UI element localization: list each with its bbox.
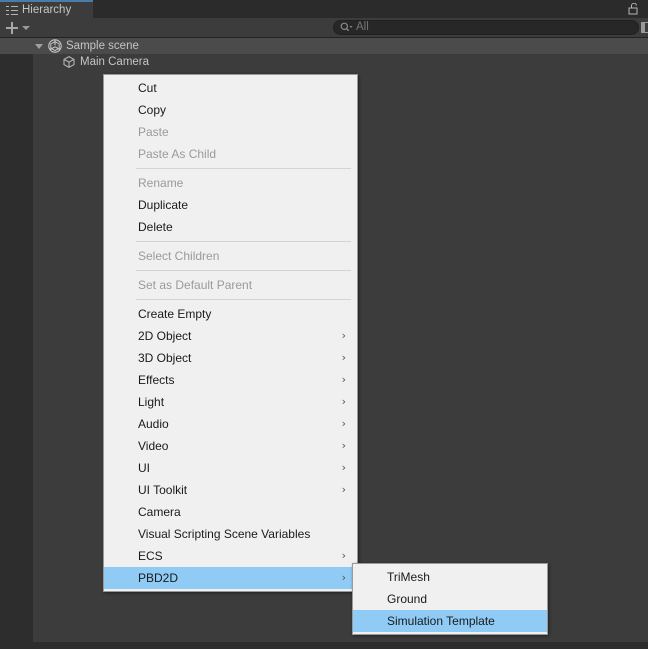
- menu-item-label: Copy: [138, 103, 167, 117]
- hierarchy-list-icon: [6, 5, 18, 16]
- chevron-right-icon: ›: [341, 373, 346, 386]
- tab-bar: Hierarchy: [0, 0, 648, 18]
- panel-toggle-icon[interactable]: [641, 21, 648, 34]
- plus-icon[interactable]: [4, 20, 20, 36]
- menu-item-label: Camera: [138, 505, 181, 519]
- menu-separator: [136, 299, 351, 300]
- submenu-item-label: Ground: [387, 592, 428, 606]
- chevron-right-icon: ›: [341, 483, 346, 496]
- tree-row-label: Sample scene: [66, 40, 139, 52]
- menu-item-visual-scripting-scene-variables[interactable]: Visual Scripting Scene Variables: [104, 523, 357, 545]
- gameobject-cube-icon: [63, 55, 75, 69]
- chevron-right-icon: ›: [341, 439, 346, 452]
- menu-item-label: 2D Object: [138, 329, 192, 343]
- tree-row-label: Main Camera: [80, 56, 150, 68]
- menu-item-light[interactable]: Light ›: [104, 391, 357, 413]
- menu-item-label: PBD2D: [138, 571, 179, 585]
- menu-item-label: Visual Scripting Scene Variables: [138, 527, 311, 541]
- menu-item-label: Audio: [138, 417, 169, 431]
- chevron-down-icon[interactable]: [22, 26, 30, 30]
- chevron-right-icon: ›: [341, 461, 346, 474]
- menu-item-paste: Paste: [104, 121, 357, 143]
- search-input[interactable]: All: [333, 20, 639, 35]
- menu-item-video[interactable]: Video ›: [104, 435, 357, 457]
- menu-item-pbd2d[interactable]: PBD2D ›: [104, 567, 357, 589]
- menu-item-ui-toolkit[interactable]: UI Toolkit ›: [104, 479, 357, 501]
- menu-item-paste-as-child: Paste As Child: [104, 143, 357, 165]
- lock-open-icon[interactable]: [628, 3, 639, 15]
- menu-item-label: Select Children: [138, 249, 220, 263]
- menu-item-cut[interactable]: Cut: [104, 77, 357, 99]
- hierarchy-toolbar: All: [0, 18, 648, 38]
- menu-item-label: Cut: [138, 81, 157, 95]
- submenu-item-label: TriMesh: [387, 570, 430, 584]
- search-placeholder: All: [356, 21, 369, 33]
- menu-item-select-children: Select Children: [104, 245, 357, 267]
- submenu-item-trimesh[interactable]: TriMesh: [353, 566, 547, 588]
- menu-item-label: Effects: [138, 373, 175, 387]
- chevron-right-icon: ›: [341, 571, 346, 584]
- menu-item-label: UI Toolkit: [138, 483, 188, 497]
- menu-item-create-empty[interactable]: Create Empty: [104, 303, 357, 325]
- menu-item-label: ECS: [138, 549, 163, 563]
- search-icon[interactable]: [340, 22, 353, 33]
- tree-row-sample-scene[interactable]: Sample scene: [0, 38, 648, 54]
- menu-separator: [136, 168, 351, 169]
- menu-item-label: Paste As Child: [138, 147, 217, 161]
- chevron-right-icon: ›: [341, 395, 346, 408]
- menu-item-label: 3D Object: [138, 351, 192, 365]
- tree-row-main-camera[interactable]: Main Camera: [0, 54, 648, 70]
- menu-item-3d-object[interactable]: 3D Object ›: [104, 347, 357, 369]
- tab-hierarchy-label: Hierarchy: [22, 4, 72, 16]
- bottom-strip: [0, 642, 648, 649]
- foldout-expanded-icon[interactable]: [35, 44, 43, 49]
- menu-item-duplicate[interactable]: Duplicate: [104, 194, 357, 216]
- context-menu: Cut Copy Paste Paste As Child Rename Dup…: [103, 74, 358, 592]
- pbd2d-submenu: TriMesh Ground Simulation Template: [352, 563, 548, 635]
- menu-item-label: Video: [138, 439, 169, 453]
- menu-item-label: UI: [138, 461, 150, 475]
- chevron-right-icon: ›: [341, 329, 346, 342]
- menu-separator: [136, 241, 351, 242]
- submenu-item-simulation-template[interactable]: Simulation Template: [353, 610, 547, 632]
- menu-item-label: Create Empty: [138, 307, 212, 321]
- menu-item-label: Rename: [138, 176, 184, 190]
- menu-item-label: Delete: [138, 220, 173, 234]
- menu-item-audio[interactable]: Audio ›: [104, 413, 357, 435]
- unity-editor-window: Hierarchy All Sample scene Main Camera C…: [0, 0, 648, 649]
- menu-item-2d-object[interactable]: 2D Object ›: [104, 325, 357, 347]
- submenu-item-label: Simulation Template: [387, 614, 495, 628]
- menu-item-ecs[interactable]: ECS ›: [104, 545, 357, 567]
- hierarchy-left-gutter: [0, 38, 33, 642]
- menu-item-label: Paste: [138, 125, 169, 139]
- menu-separator: [136, 270, 351, 271]
- menu-item-copy[interactable]: Copy: [104, 99, 357, 121]
- menu-item-rename: Rename: [104, 172, 357, 194]
- tab-hierarchy[interactable]: Hierarchy: [0, 0, 93, 18]
- unity-scene-icon: [48, 39, 62, 53]
- menu-item-effects[interactable]: Effects ›: [104, 369, 357, 391]
- chevron-right-icon: ›: [341, 549, 346, 562]
- chevron-right-icon: ›: [341, 417, 346, 430]
- menu-item-delete[interactable]: Delete: [104, 216, 357, 238]
- menu-item-label: Duplicate: [138, 198, 189, 212]
- menu-item-ui[interactable]: UI ›: [104, 457, 357, 479]
- submenu-item-ground[interactable]: Ground: [353, 588, 547, 610]
- menu-item-set-as-default-parent: Set as Default Parent: [104, 274, 357, 296]
- menu-item-label: Set as Default Parent: [138, 278, 253, 292]
- chevron-right-icon: ›: [341, 351, 346, 364]
- menu-item-label: Light: [138, 395, 165, 409]
- menu-item-camera[interactable]: Camera: [104, 501, 357, 523]
